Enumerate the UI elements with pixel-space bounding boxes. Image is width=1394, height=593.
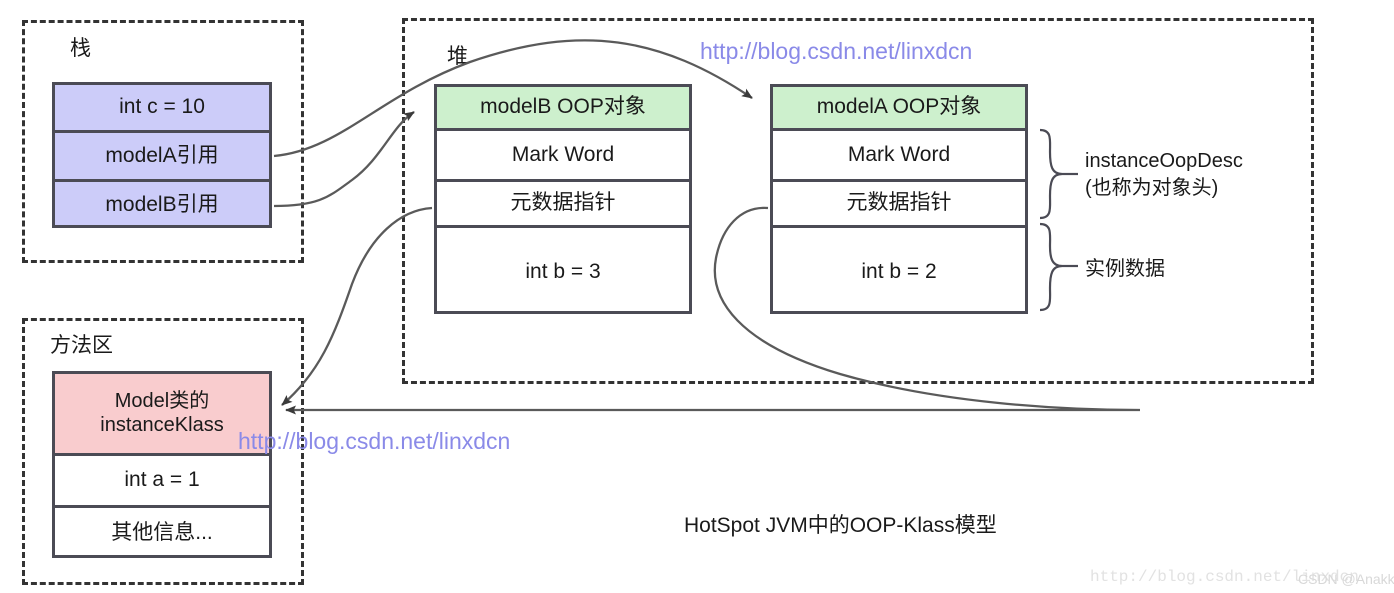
annotation-instance-oop-desc-line2: (也称为对象头): [1085, 177, 1219, 199]
annotation-instance-data: 实例数据: [1085, 256, 1165, 283]
diagram-caption: HotSpot JVM中的OOP-Klass模型: [684, 514, 997, 537]
modelA-mark-word: Mark Word: [773, 131, 1025, 182]
method-area-row-other: 其他信息...: [111, 520, 213, 544]
diagram-canvas: 栈 int c = 10 modelA引用 modelB引用 堆 modelB …: [0, 0, 1394, 593]
modelB-header: modelB OOP对象: [437, 87, 689, 131]
stack-row-modelB-ref: modelB引用: [105, 192, 219, 216]
annotation-instance-oop-desc: instanceOopDesc (也称为对象头): [1085, 148, 1243, 202]
watermark-bottom-csdn: CSDN @Anakki: [1298, 571, 1394, 587]
method-area-table: Model类的 instanceKlass int a = 1 其他信息...: [52, 371, 272, 558]
instance-klass-header: Model类的 instanceKlass: [55, 374, 269, 456]
region-method-area-label: 方法区: [50, 334, 113, 357]
modelA-instance-data: int b = 2: [861, 260, 937, 284]
heap-object-modelA: modelA OOP对象 Mark Word 元数据指针 int b = 2: [770, 84, 1028, 314]
modelA-header: modelA OOP对象: [773, 87, 1025, 131]
modelB-mark-word: Mark Word: [437, 131, 689, 182]
modelA-meta-pointer: 元数据指针: [773, 182, 1025, 228]
annotation-instance-data-line1: 实例数据: [1085, 258, 1165, 280]
region-stack-label: 栈: [70, 37, 91, 60]
annotation-instance-oop-desc-line1: instanceOopDesc: [1085, 150, 1243, 172]
heap-object-modelB: modelB OOP对象 Mark Word 元数据指针 int b = 3: [434, 84, 692, 314]
region-heap-label: 堆: [447, 45, 468, 68]
modelB-instance-data: int b = 3: [525, 260, 601, 284]
watermark-top: http://blog.csdn.net/linxdcn: [700, 38, 973, 64]
stack-frame-table: int c = 10 modelA引用 modelB引用: [52, 82, 272, 228]
instance-klass-header-line1: Model类的: [114, 389, 210, 412]
watermark-middle: http://blog.csdn.net/linxdcn: [238, 428, 511, 454]
instance-klass-header-line2: instanceKlass: [100, 413, 224, 436]
stack-row-int-c: int c = 10: [55, 85, 269, 133]
stack-row-modelA-ref: modelA引用: [55, 133, 269, 182]
modelB-meta-pointer: 元数据指针: [437, 182, 689, 228]
method-area-row-int-a: int a = 1: [55, 456, 269, 508]
